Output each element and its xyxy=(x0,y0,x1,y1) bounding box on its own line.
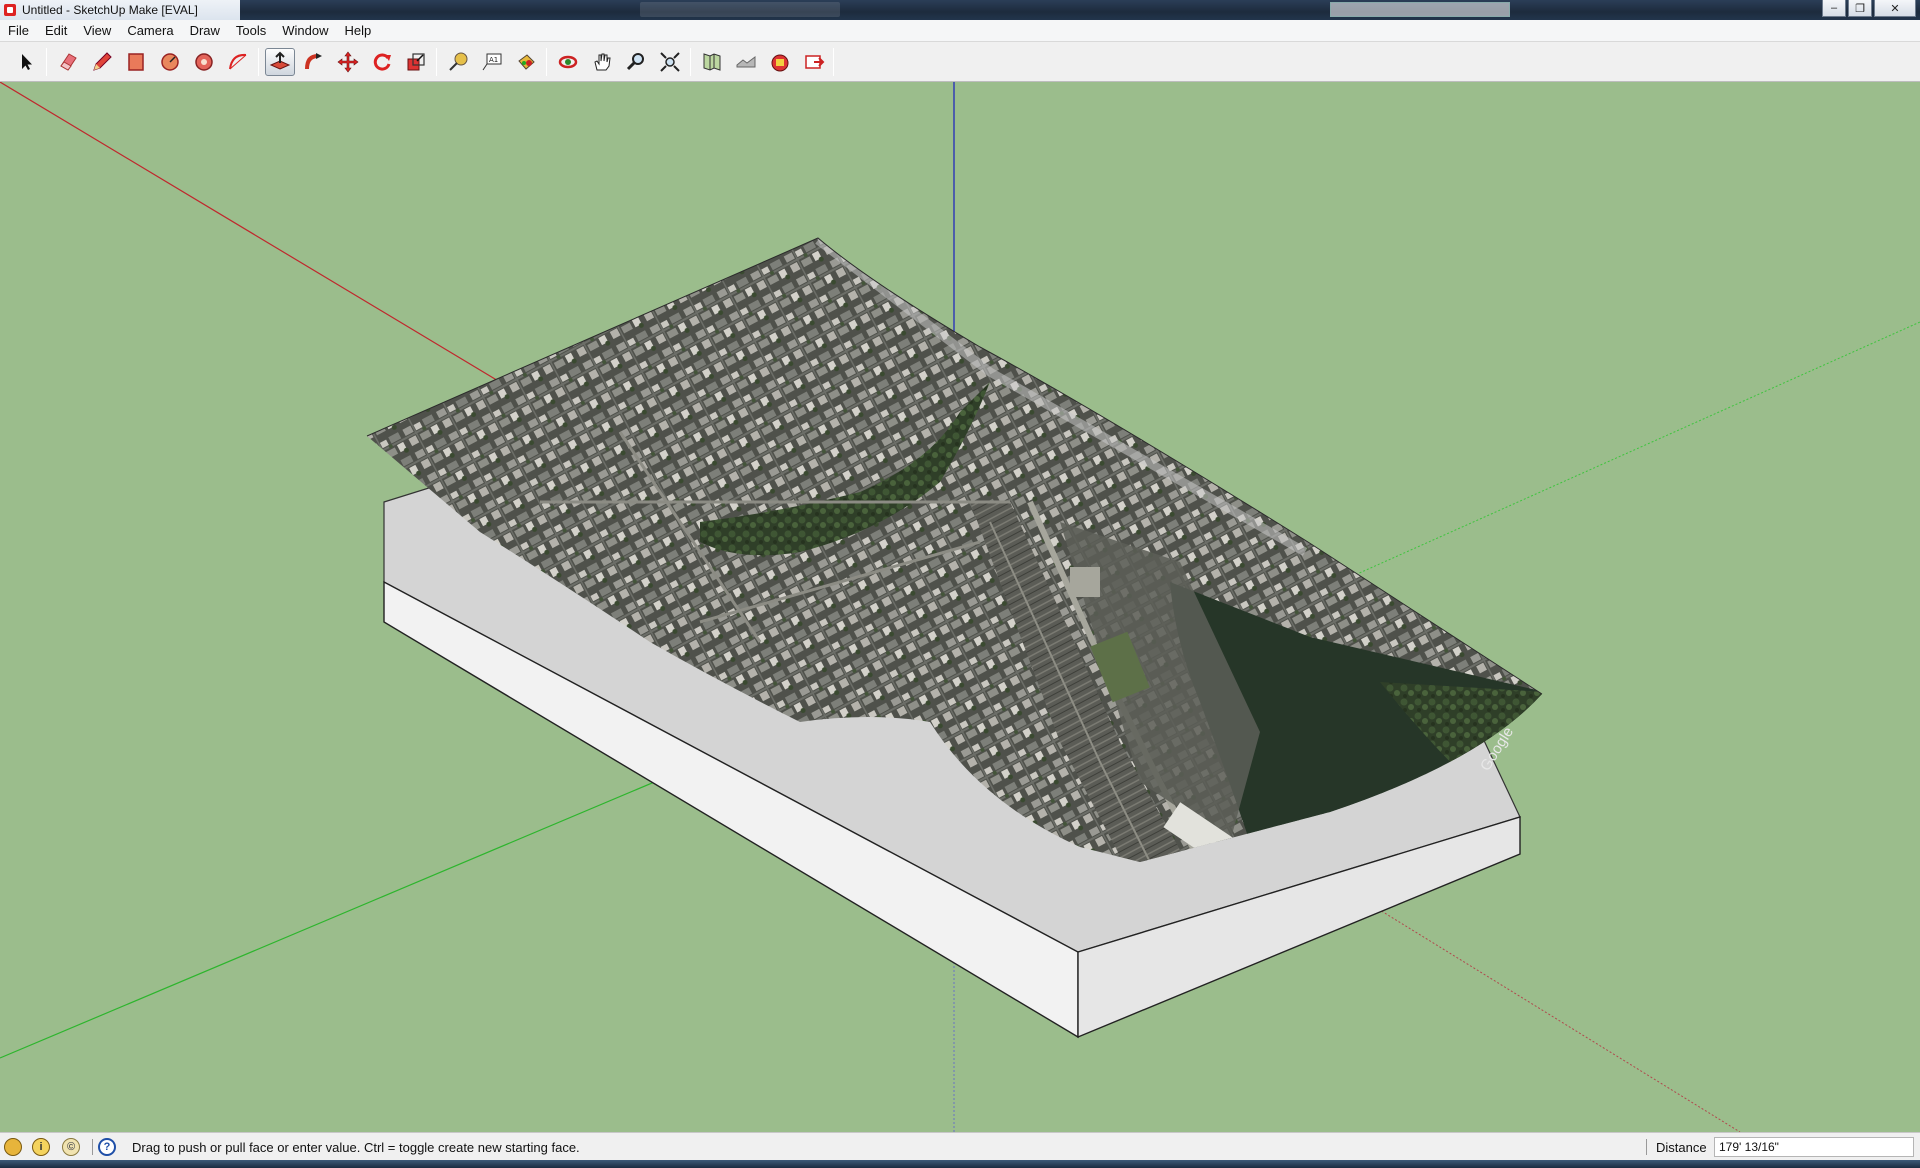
status-bar: i © ? Drag to push or pull face or enter… xyxy=(0,1132,1920,1160)
rectangle-tool-button[interactable] xyxy=(121,48,151,76)
share-model-icon xyxy=(805,55,825,69)
toolbar-separator xyxy=(690,48,691,76)
restore-icon: ❐ xyxy=(1855,2,1865,15)
orbit-icon xyxy=(558,55,578,69)
move-icon xyxy=(337,51,359,73)
tape-measure-icon xyxy=(449,52,468,71)
menu-camera[interactable]: Camera xyxy=(127,23,173,38)
menu-view[interactable]: View xyxy=(83,23,111,38)
terrain-icon xyxy=(736,56,756,68)
move-tool-button[interactable] xyxy=(333,48,363,76)
magnifier-icon xyxy=(626,53,644,71)
pan-tool-button[interactable] xyxy=(587,48,617,76)
building-block xyxy=(1070,567,1100,597)
modeling-viewport[interactable]: Google xyxy=(0,82,1920,1132)
green-axis-solid xyxy=(0,747,736,1059)
arc-icon xyxy=(229,53,247,70)
menu-draw[interactable]: Draw xyxy=(190,23,220,38)
rotate-tool-button[interactable] xyxy=(367,48,397,76)
orbit-tool-button[interactable] xyxy=(553,48,583,76)
text-label-icon: A1 xyxy=(482,53,502,71)
menu-file[interactable]: File xyxy=(8,23,29,38)
menu-window[interactable]: Window xyxy=(282,23,328,38)
arc-tool-button[interactable] xyxy=(223,48,253,76)
svg-text:A1: A1 xyxy=(489,56,498,64)
zoom-extents-tool-button[interactable] xyxy=(655,48,685,76)
status-separator xyxy=(92,1139,93,1155)
tape-measure-tool-button[interactable] xyxy=(443,48,473,76)
hand-icon xyxy=(594,53,611,71)
sign-in-icon[interactable]: © xyxy=(62,1138,80,1156)
rotate-icon xyxy=(373,53,391,71)
toolbar-separator xyxy=(46,48,47,76)
menu-tools[interactable]: Tools xyxy=(236,23,266,38)
pencil-tool-button[interactable] xyxy=(87,48,117,76)
background-search-ghost xyxy=(1330,2,1510,17)
close-icon: ✕ xyxy=(1890,2,1900,15)
share-model-tool-button[interactable] xyxy=(799,48,829,76)
text-tool-button[interactable]: A1 xyxy=(477,48,507,76)
menu-help[interactable]: Help xyxy=(345,23,372,38)
vcb-separator xyxy=(1646,1139,1647,1155)
circle-icon xyxy=(161,53,179,71)
menu-edit[interactable]: Edit xyxy=(45,23,67,38)
push-pull-tool-button[interactable] xyxy=(265,48,295,76)
paint-bucket-icon xyxy=(518,54,535,70)
main-toolbar: A1 xyxy=(0,42,1920,82)
add-location-tool-button[interactable] xyxy=(697,48,727,76)
push-pull-icon xyxy=(269,51,291,70)
zoom-extents-icon xyxy=(660,52,680,72)
scene-canvas[interactable]: Google xyxy=(0,82,1920,1132)
toolbar-separator xyxy=(833,48,834,76)
title-bar: Untitled - SketchUp Make [EVAL] – ❐ ✕ xyxy=(0,0,1920,20)
select-arrow-icon xyxy=(22,54,32,70)
scale-tool-button[interactable] xyxy=(401,48,431,76)
window-title: Untitled - SketchUp Make [EVAL] xyxy=(22,3,198,17)
os-taskbar-strip xyxy=(0,1160,1920,1168)
eraser-icon xyxy=(60,53,77,71)
credits-icon[interactable]: i xyxy=(32,1138,50,1156)
minimize-button[interactable]: – xyxy=(1822,0,1846,17)
circle-tool-button[interactable] xyxy=(155,48,185,76)
sketchup-window: Untitled - SketchUp Make [EVAL] – ❐ ✕ Fi… xyxy=(0,0,1920,1168)
measurements-label: Distance xyxy=(1656,1140,1707,1155)
follow-me-tool-button[interactable] xyxy=(299,48,329,76)
title-area: Untitled - SketchUp Make [EVAL] xyxy=(0,0,240,20)
geo-location-icon[interactable] xyxy=(4,1138,22,1156)
eraser-tool-button[interactable] xyxy=(53,48,83,76)
menu-bar: File Edit View Camera Draw Tools Window … xyxy=(0,20,1920,42)
close-button[interactable]: ✕ xyxy=(1874,0,1916,17)
minimize-icon: – xyxy=(1830,2,1838,14)
help-icon[interactable]: ? xyxy=(98,1138,116,1156)
scale-icon xyxy=(407,53,425,71)
zoom-tool-button[interactable] xyxy=(621,48,651,76)
sketchup-logo-icon xyxy=(4,4,16,16)
maximize-button[interactable]: ❐ xyxy=(1848,0,1872,17)
background-window-ghost xyxy=(640,2,840,17)
pencil-icon xyxy=(93,52,112,71)
follow-me-icon xyxy=(305,53,322,70)
warehouse-icon xyxy=(771,54,789,72)
window-controls: – ❐ ✕ xyxy=(1822,0,1916,17)
toolbar-separator xyxy=(546,48,547,76)
get-models-tool-button[interactable] xyxy=(765,48,795,76)
red-axis-solid xyxy=(0,82,501,383)
polygon-tool-button[interactable] xyxy=(189,48,219,76)
toggle-terrain-tool-button[interactable] xyxy=(731,48,761,76)
rectangle-icon xyxy=(128,53,144,71)
polygon-icon xyxy=(195,53,213,71)
measurements-input[interactable] xyxy=(1714,1137,1914,1157)
status-message: Drag to push or pull face or enter value… xyxy=(132,1140,580,1155)
toolbar-separator xyxy=(258,48,259,76)
add-location-icon xyxy=(703,53,721,71)
paint-bucket-tool-button[interactable] xyxy=(511,48,541,76)
select-tool-button[interactable] xyxy=(11,48,41,76)
toolbar-separator xyxy=(436,48,437,76)
